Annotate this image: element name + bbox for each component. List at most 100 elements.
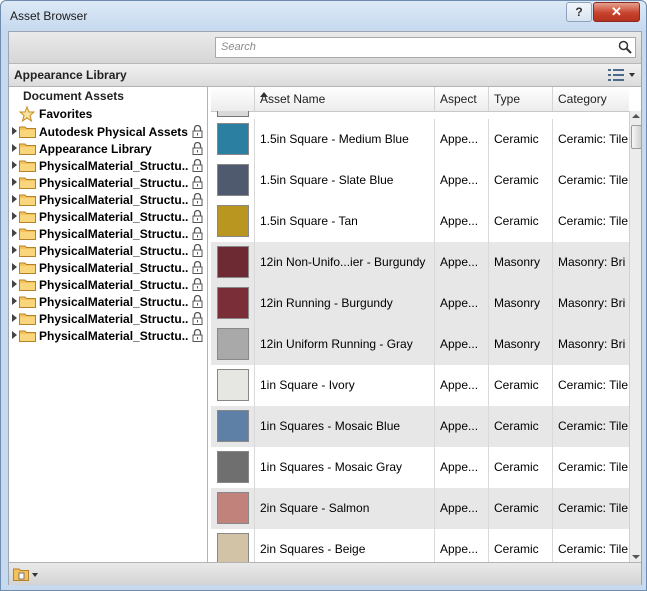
asset-category: Ceramic: Tile bbox=[558, 542, 629, 556]
folder-icon bbox=[19, 330, 36, 342]
asset-aspect: Appe... bbox=[440, 419, 479, 433]
folder-icon bbox=[19, 313, 36, 325]
asset-name: 12in Running - Burgundy bbox=[260, 296, 393, 310]
tree-item-physical-material[interactable]: PhysicalMaterial_Structu... bbox=[9, 174, 207, 191]
asset-grid: Asset Name Aspect Type Category 1.5in Sq… bbox=[211, 87, 641, 562]
tree-item-physical-material[interactable]: PhysicalMaterial_Structu... bbox=[9, 191, 207, 208]
tree-item-physical-material[interactable]: PhysicalMaterial_Structu... bbox=[9, 259, 207, 276]
asset-name: 12in Uniform Running - Gray bbox=[260, 337, 413, 351]
column-label: Type bbox=[494, 92, 521, 106]
asset-type: Ceramic bbox=[494, 132, 539, 146]
category-column-header[interactable]: Category bbox=[552, 87, 630, 111]
asset-type: Masonry bbox=[494, 337, 541, 351]
favorites-label: Favorites bbox=[39, 107, 93, 121]
tree-item-label: PhysicalMaterial_Structu... bbox=[39, 159, 189, 173]
expand-arrow-icon[interactable] bbox=[12, 195, 17, 203]
list-view-icon[interactable] bbox=[607, 68, 637, 82]
expand-arrow-icon[interactable] bbox=[12, 229, 17, 237]
table-row[interactable]: 1in Squares - Mosaic Blue Appe... Cerami… bbox=[211, 406, 629, 448]
asset-aspect: Appe... bbox=[440, 542, 479, 556]
table-row[interactable]: 2in Square - Salmon Appe... Ceramic Cera… bbox=[211, 488, 629, 530]
asset-type: Masonry bbox=[494, 296, 541, 310]
document-assets-item[interactable]: Document Assets bbox=[23, 89, 124, 103]
type-column-header[interactable]: Type bbox=[488, 87, 553, 111]
search-input[interactable]: Search bbox=[215, 37, 636, 58]
table-row[interactable]: 1in Squares - Mosaic Gray Appe... Cerami… bbox=[211, 447, 629, 489]
asset-aspect: Appe... bbox=[440, 501, 479, 515]
folder-icon bbox=[19, 160, 36, 172]
expand-arrow-icon[interactable] bbox=[12, 331, 17, 339]
scroll-thumb[interactable] bbox=[631, 125, 641, 149]
asset-category: Ceramic: Tile bbox=[558, 173, 629, 187]
tree-item-label: Autodesk Physical Assets bbox=[39, 125, 188, 139]
expand-arrow-icon[interactable] bbox=[12, 144, 17, 152]
scroll-up-icon[interactable] bbox=[632, 114, 640, 118]
asset-aspect: Appe... bbox=[440, 378, 479, 392]
aspect-column-header[interactable]: Aspect bbox=[434, 87, 489, 111]
tree-item-physical-material[interactable]: PhysicalMaterial_Structu... bbox=[9, 208, 207, 225]
table-row[interactable]: 1.5in Square - Slate Blue Appe... Cerami… bbox=[211, 160, 629, 202]
asset-aspect: Appe... bbox=[440, 255, 479, 269]
tree-item-physical-material[interactable]: PhysicalMaterial_Structu... bbox=[9, 157, 207, 174]
lock-icon bbox=[192, 329, 203, 342]
folder-icon bbox=[19, 194, 36, 206]
expand-arrow-icon[interactable] bbox=[12, 246, 17, 254]
tree-item-physical-material[interactable]: PhysicalMaterial_Structu... bbox=[9, 327, 207, 344]
tree-item-physical-material[interactable]: PhysicalMaterial_Structu... bbox=[9, 310, 207, 327]
table-row[interactable]: 1in Square - Ivory Appe... Ceramic Ceram… bbox=[211, 365, 629, 407]
column-label: Aspect bbox=[440, 92, 477, 106]
asset-category: Ceramic: Tile bbox=[558, 501, 629, 515]
tree-item-physical-material[interactable]: PhysicalMaterial_Structu... bbox=[9, 225, 207, 242]
thumbnail-column-header[interactable] bbox=[211, 87, 254, 111]
asset-category: Masonry: Bri bbox=[558, 296, 626, 310]
expand-arrow-icon[interactable] bbox=[12, 297, 17, 305]
asset-name: 1in Squares - Mosaic Gray bbox=[260, 460, 403, 474]
tree-item-physical-material[interactable]: PhysicalMaterial_Structu... bbox=[9, 276, 207, 293]
asset-type: Ceramic bbox=[494, 419, 539, 433]
asset-type: Ceramic bbox=[494, 460, 539, 474]
table-row[interactable]: 12in Running - Burgundy Appe... Masonry … bbox=[211, 283, 629, 325]
asset-type: Ceramic bbox=[494, 378, 539, 392]
manage-library-icon[interactable] bbox=[13, 567, 39, 581]
asset-thumbnail bbox=[217, 369, 249, 401]
help-button[interactable]: ? bbox=[566, 2, 592, 22]
asset-name: 1in Square - Ivory bbox=[260, 378, 355, 392]
table-row[interactable]: 2in Squares - Beige Appe... Ceramic Cera… bbox=[211, 529, 629, 562]
tree-item-autodesk-physical-assets[interactable]: Autodesk Physical Assets bbox=[9, 123, 207, 140]
folder-icon bbox=[19, 143, 36, 155]
search-icon[interactable] bbox=[618, 40, 632, 54]
asset-category: Ceramic: Tile bbox=[558, 378, 629, 392]
lock-icon bbox=[192, 159, 203, 172]
column-label: Category bbox=[558, 92, 607, 106]
asset-browser-window: Asset Browser ? ✕ Search Appearance Libr… bbox=[0, 0, 647, 591]
vertical-scrollbar[interactable] bbox=[629, 111, 641, 562]
table-row[interactable]: 12in Non-Unifo...ier - Burgundy Appe... … bbox=[211, 242, 629, 284]
expand-arrow-icon[interactable] bbox=[12, 127, 17, 135]
tree-item-appearance-library[interactable]: Appearance Library bbox=[9, 140, 207, 157]
tree-item-physical-material[interactable]: PhysicalMaterial_Structu... bbox=[9, 242, 207, 259]
tree-item-label: PhysicalMaterial_Structu... bbox=[39, 193, 189, 207]
tree-item-label: PhysicalMaterial_Structu... bbox=[39, 295, 189, 309]
title-bar[interactable]: Asset Browser ? ✕ bbox=[1, 1, 646, 31]
asset-name: 1in Squares - Mosaic Blue bbox=[260, 419, 401, 433]
expand-arrow-icon[interactable] bbox=[12, 280, 17, 288]
tree-item-physical-material[interactable]: PhysicalMaterial_Structu... bbox=[9, 293, 207, 310]
close-button[interactable]: ✕ bbox=[593, 2, 640, 22]
table-row[interactable]: 1.5in Square - Medium Blue Appe... Ceram… bbox=[211, 119, 629, 161]
library-tree: Document Assets Favorites Autodesk Physi… bbox=[9, 87, 208, 562]
asset-name-column-header[interactable]: Asset Name bbox=[254, 87, 435, 111]
expand-arrow-icon[interactable] bbox=[12, 263, 17, 271]
asset-name: 12in Non-Unifo...ier - Burgundy bbox=[260, 255, 426, 269]
search-placeholder: Search bbox=[221, 41, 256, 53]
expand-arrow-icon[interactable] bbox=[12, 178, 17, 186]
window-title: Asset Browser bbox=[10, 9, 88, 23]
expand-arrow-icon[interactable] bbox=[12, 314, 17, 322]
folder-icon bbox=[19, 126, 36, 138]
asset-thumbnail bbox=[217, 533, 249, 562]
table-row[interactable]: 12in Uniform Running - Gray Appe... Maso… bbox=[211, 324, 629, 366]
expand-arrow-icon[interactable] bbox=[12, 161, 17, 169]
asset-thumbnail bbox=[217, 410, 249, 442]
expand-arrow-icon[interactable] bbox=[12, 212, 17, 220]
scroll-down-icon[interactable] bbox=[632, 555, 640, 559]
table-row[interactable]: 1.5in Square - Tan Appe... Ceramic Ceram… bbox=[211, 201, 629, 243]
